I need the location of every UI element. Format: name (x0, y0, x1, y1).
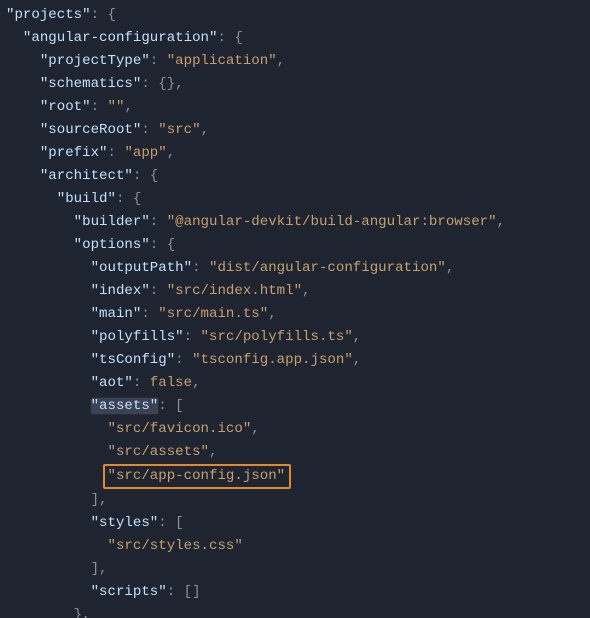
json-value: "src/polyfills.ts" (201, 329, 353, 345)
json-key-build: "build" (57, 191, 116, 207)
punc: , (302, 283, 310, 299)
punc: , (99, 561, 107, 577)
code-editor[interactable]: "projects": { "angular-configuration": {… (0, 0, 590, 618)
punc: : (141, 122, 158, 138)
json-value: "src" (158, 122, 200, 138)
json-value: "app" (124, 145, 166, 161)
json-key-aot: "aot" (91, 375, 133, 391)
json-key-angular-configuration: "angular-configuration" (23, 30, 218, 46)
punc: : (217, 30, 234, 46)
punc: , (209, 444, 217, 460)
punc: : (184, 329, 201, 345)
punc: , (201, 122, 209, 138)
punc: : (175, 352, 192, 368)
punc: ] (91, 561, 99, 577)
punc: , (497, 214, 505, 230)
json-key-projectType: "projectType" (40, 53, 150, 69)
punc: , (192, 375, 200, 391)
json-value: false (150, 375, 192, 391)
punc: [ (175, 398, 183, 414)
punc: : (150, 214, 167, 230)
punc: } (74, 607, 82, 618)
json-value: "src/main.ts" (158, 306, 268, 322)
json-key-schematics: "schematics" (40, 76, 142, 92)
punc: , (353, 352, 361, 368)
punc: : (150, 283, 167, 299)
json-key-polyfills: "polyfills" (91, 329, 184, 345)
punc: {} (158, 76, 175, 92)
json-key-builder: "builder" (74, 214, 150, 230)
json-value: "dist/angular-configuration" (209, 260, 446, 276)
punc: , (277, 53, 285, 69)
punc: : (133, 168, 150, 184)
json-value: "@angular-devkit/build-angular:browser" (167, 214, 497, 230)
punc: , (124, 99, 132, 115)
json-value: "application" (167, 53, 277, 69)
json-key-main: "main" (91, 306, 142, 322)
punc: : (133, 375, 150, 391)
punc: [ (175, 515, 183, 531)
punc: { (167, 237, 175, 253)
json-key-index: "index" (91, 283, 150, 299)
json-array-item-highlighted: "src/app-config.json" (103, 464, 292, 489)
json-key-projects: "projects" (6, 7, 91, 23)
punc: , (353, 329, 361, 345)
json-key-assets-highlight: "assets" (91, 398, 159, 414)
punc: ] (91, 492, 99, 508)
punc: , (99, 492, 107, 508)
punc: , (167, 145, 175, 161)
json-key-styles: "styles" (91, 515, 159, 531)
punc: , (175, 76, 183, 92)
punc: : (158, 515, 175, 531)
punc: , (446, 260, 454, 276)
json-value: "tsconfig.app.json" (192, 352, 353, 368)
json-value: "src/index.html" (167, 283, 302, 299)
punc: : (116, 191, 133, 207)
punc: : (141, 76, 158, 92)
punc: : (141, 306, 158, 322)
json-key-outputPath: "outputPath" (91, 260, 193, 276)
json-key-root: "root" (40, 99, 91, 115)
punc: [] (184, 584, 201, 600)
json-key-options: "options" (74, 237, 150, 253)
punc: : (91, 99, 108, 115)
json-key-prefix: "prefix" (40, 145, 108, 161)
punc: : (150, 53, 167, 69)
punc: : (91, 7, 108, 23)
json-array-item: "src/styles.css" (108, 538, 243, 554)
json-array-item: "src/favicon.ico" (108, 421, 252, 437)
json-key-tsConfig: "tsConfig" (91, 352, 176, 368)
json-key-architect: "architect" (40, 168, 133, 184)
json-value: "" (108, 99, 125, 115)
json-key-sourceRoot: "sourceRoot" (40, 122, 142, 138)
json-key-scripts: "scripts" (91, 584, 167, 600)
punc: { (150, 168, 158, 184)
punc: : (192, 260, 209, 276)
punc: : (108, 145, 125, 161)
punc: : (167, 584, 184, 600)
punc: { (108, 7, 116, 23)
json-array-item: "src/assets" (108, 444, 210, 460)
punc: , (268, 306, 276, 322)
punc: , (251, 421, 259, 437)
punc: , (82, 607, 90, 618)
punc: : (158, 398, 175, 414)
punc: : (150, 237, 167, 253)
punc: { (133, 191, 141, 207)
punc: { (234, 30, 242, 46)
